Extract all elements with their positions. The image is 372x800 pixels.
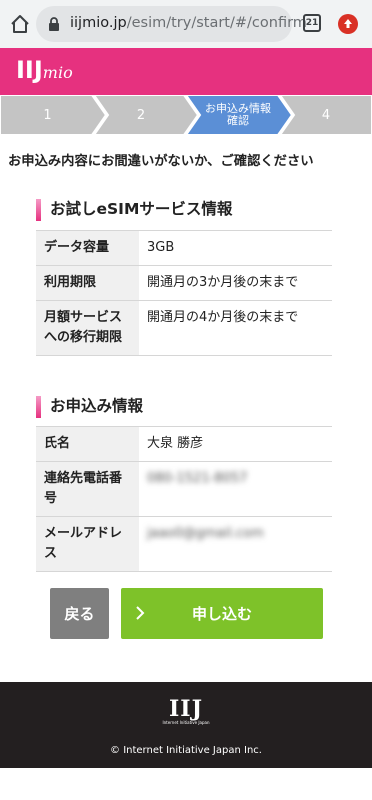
tabs-icon[interactable]: 21	[303, 14, 321, 32]
iijmio-logo[interactable]: IIJmio	[16, 56, 73, 84]
table-row: メールアドレス jaao0@gmail.com	[36, 516, 332, 572]
section-title-application: お申込み情報	[36, 395, 143, 418]
copyright-text: © Internet Initiative Japan Inc.	[110, 745, 262, 756]
table-row: 連絡先電話番号 080-1521-8057	[36, 461, 332, 517]
row-value: 開通月の4か月後の末まで	[139, 300, 332, 356]
lock-icon	[46, 16, 62, 32]
row-label: 連絡先電話番号	[36, 461, 139, 517]
row-label: 利用期限	[36, 265, 139, 301]
row-label: メールアドレス	[36, 516, 139, 572]
table-row: データ容量 3GB	[36, 230, 332, 266]
confirm-lead-text: お申込み内容にお間違いがないか、ご確認ください	[8, 154, 314, 169]
step-2: 2	[136, 107, 146, 123]
apply-button-label: 申し込む	[191, 605, 252, 623]
apply-button[interactable]: 申し込む	[121, 588, 323, 639]
browser-toolbar: iijmio.jp/esim/try/start/#/confirm 21	[0, 0, 372, 48]
back-button[interactable]: 戻る	[50, 588, 109, 639]
table-row: 氏名 大泉 勝彦	[36, 426, 332, 462]
url-text: iijmio.jp/esim/try/start/#/confirm	[70, 15, 307, 31]
email-value: jaao0@gmail.com	[139, 516, 332, 572]
progress-steps: 1 2 お申込み情報 確認 4	[0, 95, 372, 135]
row-value: 大泉 勝彦	[139, 426, 332, 462]
footer-logo-text: IIJ	[169, 696, 203, 722]
step-1: 1	[43, 107, 52, 123]
upload-icon[interactable]	[338, 14, 358, 34]
url-bar[interactable]: iijmio.jp/esim/try/start/#/confirm	[36, 6, 307, 42]
step-4: 4	[321, 107, 331, 123]
site-header: IIJmio	[0, 48, 372, 95]
phone-value: 080-1521-8057	[139, 461, 332, 517]
row-label: 月額サービスへの移行期限	[36, 300, 139, 356]
section-title-esim: お試しeSIMサービス情報	[36, 198, 232, 221]
row-label: 氏名	[36, 426, 139, 462]
esim-info-table: データ容量 3GB 利用期限 開通月の3か月後の末まで 月額サービスへの移行期限…	[36, 230, 332, 356]
step-3-label-line2: 確認	[227, 114, 249, 127]
home-icon[interactable]	[9, 13, 31, 35]
row-value: 開通月の3か月後の末まで	[139, 265, 332, 301]
table-row: 月額サービスへの移行期限 開通月の4か月後の末まで	[36, 300, 332, 356]
table-row: 利用期限 開通月の3か月後の末まで	[36, 265, 332, 301]
footer-logo-sub: Internet Initiative Japan	[162, 720, 210, 725]
site-footer: IIJ Internet Initiative Japan © Internet…	[0, 682, 372, 768]
row-value: 3GB	[139, 230, 332, 266]
application-info-table: 氏名 大泉 勝彦 連絡先電話番号 080-1521-8057 メールアドレス j…	[36, 426, 332, 572]
iij-footer-logo: IIJ Internet Initiative Japan	[158, 698, 214, 726]
row-label: データ容量	[36, 230, 139, 266]
step-3-current: お申込み情報 確認	[192, 95, 284, 135]
